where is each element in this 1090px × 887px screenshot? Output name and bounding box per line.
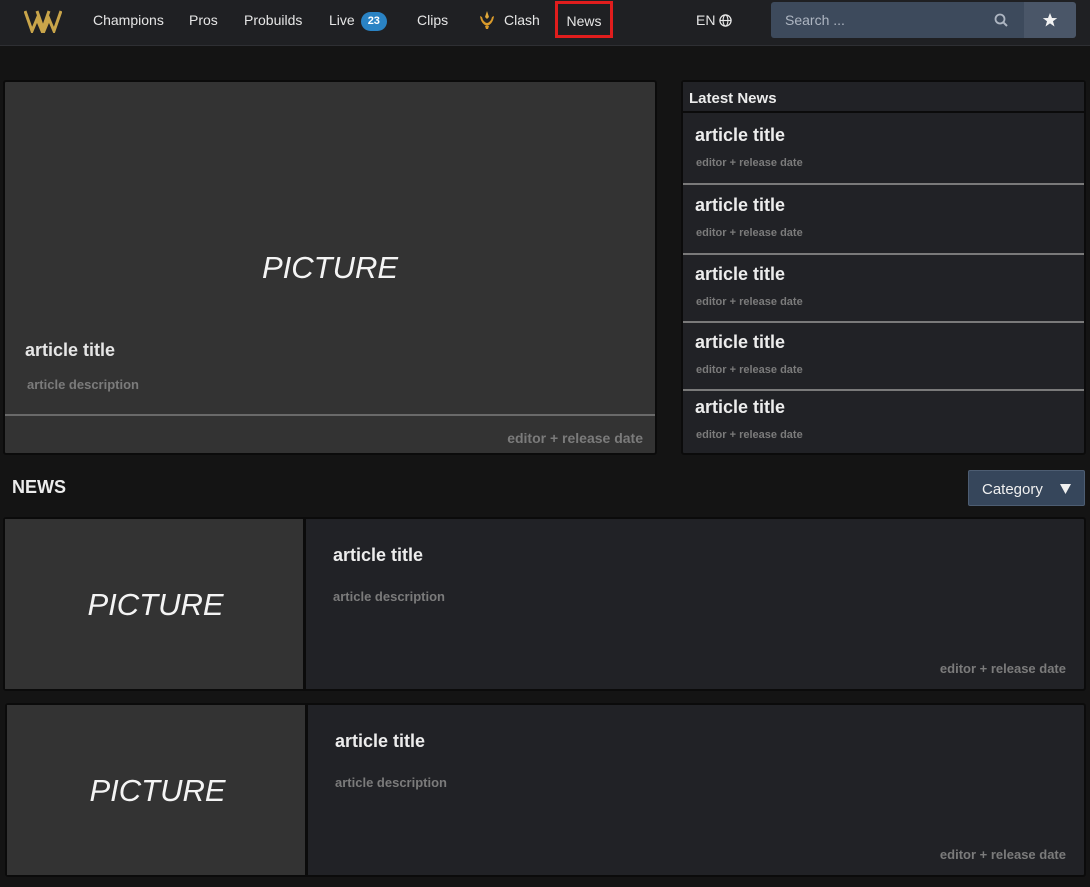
nav-pros[interactable]: Pros [189, 0, 218, 40]
latest-item-meta: editor + release date [696, 364, 803, 376]
latest-item-title[interactable]: article title [695, 332, 785, 353]
latest-item-title[interactable]: article title [695, 397, 785, 418]
news-card-title[interactable]: article title [333, 545, 423, 566]
nav-champions[interactable]: Champions [93, 0, 164, 40]
nav-news[interactable]: News [555, 1, 613, 38]
category-dropdown-label: Category [982, 481, 1043, 498]
globe-icon [719, 14, 733, 27]
news-card-title[interactable]: article title [335, 731, 425, 752]
latest-item-title[interactable]: article title [695, 264, 785, 285]
nav-clips[interactable]: Clips [417, 0, 448, 40]
news-card-picture: PICTURE [7, 705, 308, 875]
latest-news-heading: Latest News [689, 90, 777, 107]
language-selector[interactable]: EN [696, 0, 733, 40]
latest-item-meta: editor + release date [696, 429, 803, 441]
star-icon [1042, 13, 1058, 27]
news-card-meta: editor + release date [939, 847, 1066, 862]
news-card[interactable]: PICTURE article title article descriptio… [3, 517, 1086, 691]
news-card-description: article description [335, 775, 447, 790]
search-box [771, 2, 1024, 38]
featured-article-meta: editor + release date [507, 430, 643, 446]
news-card[interactable]: PICTURE article title article descriptio… [5, 703, 1086, 877]
latest-item-meta: editor + release date [696, 157, 803, 169]
featured-article-title[interactable]: article title [25, 340, 115, 361]
latest-news-header: Latest News [683, 82, 1084, 113]
favorites-button[interactable] [1024, 2, 1076, 38]
latest-news-item[interactable]: article title editor + release date [683, 391, 1084, 453]
featured-picture-placeholder: PICTURE [261, 250, 399, 285]
news-card-meta: editor + release date [939, 661, 1066, 676]
latest-news-item[interactable]: article title editor + release date [683, 185, 1084, 255]
featured-article-description: article description [27, 377, 139, 392]
news-card-picture: PICTURE [5, 519, 306, 689]
language-label: EN [696, 12, 716, 28]
latest-item-title[interactable]: article title [695, 195, 785, 216]
news-card-picture-placeholder: PICTURE [89, 773, 226, 808]
nav-live[interactable]: Live 23 [329, 0, 387, 40]
search-icon[interactable] [994, 13, 1008, 27]
search-input[interactable] [771, 2, 991, 38]
latest-news-item[interactable]: article title editor + release date [683, 115, 1084, 185]
category-dropdown[interactable]: Category [968, 470, 1085, 506]
latest-item-meta: editor + release date [696, 227, 803, 239]
news-card-description: article description [333, 589, 445, 604]
nav-probuilds[interactable]: Probuilds [244, 0, 302, 40]
latest-news-panel: Latest News article title editor + relea… [681, 80, 1086, 455]
latest-item-meta: editor + release date [696, 296, 803, 308]
nav-clash-label: Clash [504, 12, 540, 28]
latest-news-item[interactable]: article title editor + release date [683, 323, 1084, 391]
latest-item-title[interactable]: article title [695, 125, 785, 146]
latest-news-item[interactable]: article title editor + release date [683, 255, 1084, 323]
site-logo[interactable] [24, 9, 62, 33]
clash-icon [480, 11, 494, 29]
news-card-picture-placeholder: PICTURE [87, 587, 224, 622]
featured-article[interactable]: PICTURE article title article descriptio… [3, 80, 657, 455]
news-section-heading: NEWS [12, 477, 66, 497]
featured-divider [5, 414, 655, 416]
top-navbar: Champions Pros Probuilds Live 23 Clips Cl… [0, 0, 1090, 46]
nav-clash[interactable]: Clash [476, 0, 540, 40]
chevron-down-icon [1060, 484, 1071, 494]
live-count-badge: 23 [360, 12, 387, 31]
nav-live-label: Live [329, 12, 355, 28]
